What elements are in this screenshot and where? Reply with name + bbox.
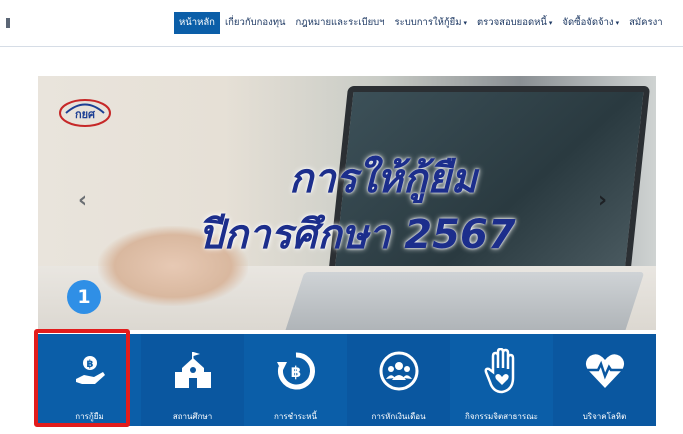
nav-item-label: ตรวจสอบยอดหนี้ [476, 17, 547, 28]
heart-pulse-icon [582, 348, 628, 394]
menu-tile-repayment[interactable]: ฿ การชำระหนี้ [244, 334, 347, 426]
people-icon [376, 348, 422, 394]
step-number-badge: 1 [67, 280, 101, 314]
nav-item-procurement[interactable]: จัดซื้อจัดจ้าง ▾ [557, 12, 624, 34]
svg-text:฿: ฿ [290, 363, 300, 381]
menu-tile-label: การชำระหนี้ [274, 412, 317, 421]
nav-item-label: ระบบการให้กู้ยืม [394, 17, 462, 28]
chevron-down-icon: ▾ [548, 19, 553, 27]
carousel-prev-button[interactable]: ‹ [78, 188, 87, 213]
menu-tile-label: การกู้ยืม [75, 412, 104, 421]
nav-item-about[interactable]: เกี่ยวกับกองทุน [220, 12, 291, 34]
banner-title-line-2: ปีการศึกษา 2567 [198, 212, 516, 258]
nav-item-loan-system[interactable]: ระบบการให้กู้ยืม ▾ [390, 12, 472, 34]
service-menu: ฿ การกู้ยืม สถานศึกษา ฿ การชำระหนี้ การห… [38, 334, 656, 426]
menu-tile-school[interactable]: สถานศึกษา [141, 334, 244, 426]
menu-tile-label: บริจาคโลหิต [582, 412, 627, 421]
nav-item-jobs[interactable]: สมัครงา [624, 12, 668, 34]
nav-item-home[interactable]: หน้าหลัก [174, 12, 220, 34]
nav-item-label: กฎหมายและระเบียบฯ [295, 17, 385, 28]
chevron-down-icon: ▾ [615, 19, 620, 27]
main-nav: หน้าหลัก เกี่ยวกับกองทุน กฎหมายและระเบีย… [174, 12, 668, 34]
menu-tile-loan[interactable]: ฿ การกู้ยืม [38, 334, 141, 426]
nav-item-laws[interactable]: กฎหมายและระเบียบฯ [290, 12, 389, 34]
svg-text:฿: ฿ [86, 359, 93, 370]
menu-tile-label: สถานศึกษา [172, 412, 213, 421]
chevron-down-icon: ▾ [463, 19, 467, 27]
laptop-keyboard-image [281, 272, 645, 330]
menu-tile-label: การหักเงินเดือน [371, 412, 426, 421]
hand-heart-icon [479, 348, 525, 394]
hand-coin-icon: ฿ [67, 348, 113, 394]
repayment-icon: ฿ [273, 348, 319, 394]
menu-tile-blood-donation[interactable]: บริจาคโลหิต [553, 334, 656, 426]
top-navbar: หน้าหลัก เกี่ยวกับกองทุน กฎหมายและระเบีย… [0, 0, 683, 47]
banner-title-line-1: การให้กู้ยืม [288, 156, 478, 202]
menu-tile-salary-deduction[interactable]: การหักเงินเดือน [347, 334, 450, 426]
nav-item-label: เกี่ยวกับกองทุน [224, 17, 286, 28]
nav-item-label: จัดซื้อจัดจ้าง [562, 17, 614, 28]
menu-tile-label: กิจกรรมจิตสาธารณะ [465, 412, 538, 421]
nav-item-debt-check[interactable]: ตรวจสอบยอดหนี้ ▾ [472, 12, 557, 34]
school-icon [170, 348, 216, 394]
carousel-next-button[interactable]: › [598, 188, 607, 213]
svg-text:กยศ: กยศ [75, 108, 96, 121]
fund-logo: กยศ [59, 99, 111, 127]
hero-banner[interactable]: กยศ การให้กู้ยืม ปีการศึกษา 2567 ‹ › [38, 76, 656, 330]
menu-tile-public-service[interactable]: กิจกรรมจิตสาธารณะ [450, 334, 553, 426]
nav-item-label: หน้าหลัก [179, 17, 215, 28]
nav-edge-mark [6, 18, 10, 28]
nav-item-label: สมัครงา [629, 17, 663, 28]
